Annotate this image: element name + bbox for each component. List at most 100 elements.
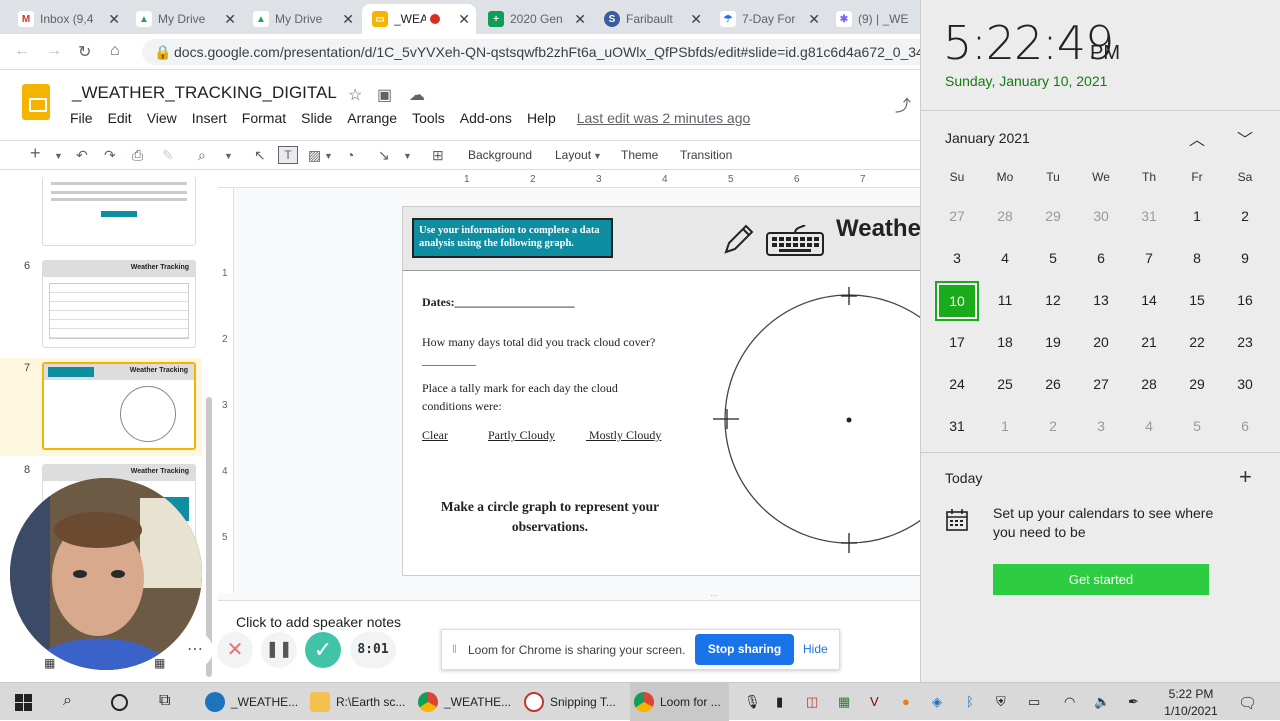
menu-addons[interactable]: Add-ons (460, 110, 512, 130)
activity-trend-icon[interactable]: ⤴ (895, 92, 911, 116)
calendar-day[interactable]: 4 (1125, 410, 1173, 452)
menu-insert[interactable]: Insert (192, 110, 227, 130)
taskbar-app-explorer[interactable]: R:\Earth sc... (310, 683, 405, 721)
calendar-day[interactable]: 19 (1029, 326, 1077, 368)
calendar-day[interactable]: 21 (1125, 326, 1173, 368)
tab-slides-active[interactable]: ▭ _WEA ✕ (362, 4, 476, 34)
calendar-day[interactable]: 30 (1221, 368, 1269, 410)
calendar-day[interactable]: 3 (933, 242, 981, 284)
menu-help[interactable]: Help (527, 110, 556, 130)
chevron-down-icon[interactable]: ▼ (54, 151, 63, 161)
paint-format-icon[interactable]: ✎ (162, 147, 174, 164)
calendar-day[interactable]: 2 (1029, 410, 1077, 452)
menu-arrange[interactable]: Arrange (347, 110, 397, 130)
speaker-notes-placeholder[interactable]: Click to add speaker notes (236, 614, 401, 630)
comment-icon[interactable]: ⊞ (432, 147, 444, 164)
pen-icon[interactable]: ✒ (1128, 694, 1139, 710)
chevron-down-icon[interactable]: ▼ (224, 151, 233, 161)
close-tab-icon[interactable]: ✕ (458, 11, 470, 28)
tab-drive-1[interactable]: ▲ My Drive ✕ (126, 4, 242, 34)
close-tab-icon[interactable]: ✕ (574, 11, 586, 28)
calendar-day[interactable]: 5 (1173, 410, 1221, 452)
tab-loom[interactable]: ✱ (9) | _WE (826, 4, 920, 34)
tray-app-icon[interactable]: ▦ (838, 694, 850, 710)
close-tab-icon[interactable]: ✕ (808, 11, 820, 28)
microphone-icon[interactable]: 🎙 (744, 694, 761, 710)
battery-icon[interactable]: ▭ (1028, 694, 1040, 710)
close-tab-icon[interactable]: ✕ (224, 11, 236, 28)
calendar-day[interactable]: 29 (1029, 200, 1077, 242)
taskbar-app-loom[interactable]: Loom for ... (630, 683, 729, 721)
current-slide[interactable]: Use your information to complete a data … (402, 206, 942, 576)
calendar-day[interactable]: 28 (1125, 368, 1173, 410)
redo-icon[interactable]: ↷ (104, 147, 116, 164)
image-icon[interactable]: ▨ (308, 147, 321, 164)
calendar-day[interactable]: 7 (1125, 242, 1173, 284)
phone-icon[interactable]: ▮ (776, 694, 783, 710)
cancel-recording-icon[interactable]: ✕ (217, 632, 253, 668)
calendar-day[interactable]: 1 (981, 410, 1029, 452)
grid-icon[interactable]: ▦ (154, 656, 165, 670)
grid-icon[interactable]: ▦ (44, 656, 55, 670)
line-icon[interactable]: ↘ (378, 147, 390, 164)
calendar-day[interactable]: 15 (1173, 284, 1221, 326)
full-date-link[interactable]: Sunday, January 10, 2021 (945, 73, 1107, 89)
stop-sharing-button[interactable]: Stop sharing (695, 634, 794, 665)
finish-recording-icon[interactable]: ✓ (305, 632, 341, 668)
calendar-day[interactable]: 27 (1077, 368, 1125, 410)
calendar-day[interactable]: 11 (981, 284, 1029, 326)
drag-handle-icon[interactable]: ‖ (452, 642, 457, 656)
calendar-day[interactable]: 14 (1125, 284, 1173, 326)
address-bar[interactable]: 🔒 docs.google.com/presentation/d/1C_5vYV… (142, 39, 932, 65)
chevron-up-icon[interactable]: ︿ (1189, 126, 1205, 150)
shape-icon[interactable]: ◔ (346, 147, 354, 163)
task-view-icon[interactable]: ⧉ (159, 692, 170, 710)
hide-button[interactable]: Hide (803, 642, 828, 656)
calendar-day[interactable]: 20 (1077, 326, 1125, 368)
taskbar-app-edge[interactable]: _WEATHE... (205, 683, 298, 721)
calendar-day[interactable]: 28 (981, 200, 1029, 242)
resize-handle[interactable]: ··· (710, 592, 732, 600)
pause-icon[interactable]: ❚❚ (261, 632, 297, 668)
menu-slide[interactable]: Slide (301, 110, 332, 130)
tray-app-icon[interactable]: ● (902, 694, 910, 709)
calendar-day[interactable]: 29 (1173, 368, 1221, 410)
shield-icon[interactable]: ◈ (932, 694, 942, 710)
add-event-icon[interactable]: + (1239, 464, 1252, 490)
menu-tools[interactable]: Tools (412, 110, 445, 130)
calendar-day[interactable]: 3 (1077, 410, 1125, 452)
slide-thumbnail-7[interactable]: Weather Tracking (42, 362, 196, 450)
theme-button[interactable]: Theme (621, 148, 658, 162)
calendar-day[interactable]: 25 (981, 368, 1029, 410)
reload-icon[interactable]: ↻ (78, 42, 91, 62)
layout-button[interactable]: Layout (555, 148, 591, 162)
star-icon[interactable]: ☆ (348, 85, 362, 105)
new-slide-icon[interactable]: + (30, 143, 41, 164)
document-title[interactable]: _WEATHER_TRACKING_DIGITAL (72, 83, 337, 103)
last-edit-link[interactable]: Last edit was 2 minutes ago (577, 110, 751, 130)
calendar-day[interactable]: 6 (1221, 410, 1269, 452)
month-label[interactable]: January 2021 (945, 130, 1030, 146)
calendar-day[interactable]: 30 (1077, 200, 1125, 242)
security-icon[interactable]: ⛨ (996, 694, 1006, 710)
transition-button[interactable]: Transition (680, 148, 732, 162)
text-box-icon[interactable]: T (278, 146, 298, 164)
forward-arrow-icon[interactable]: → (46, 42, 62, 60)
calendar-day[interactable]: 6 (1077, 242, 1125, 284)
chevron-down-icon[interactable]: ﹀ (1237, 126, 1253, 150)
home-icon[interactable]: ⌂ (110, 42, 120, 60)
notifications-icon[interactable]: 🗨 (1238, 694, 1257, 712)
calendar-day[interactable]: 24 (933, 368, 981, 410)
chevron-down-icon[interactable]: ▼ (593, 151, 602, 161)
close-tab-icon[interactable]: ✕ (108, 11, 120, 28)
calendar-day[interactable]: 26 (1029, 368, 1077, 410)
print-icon[interactable]: ⎙ (132, 147, 143, 164)
menu-format[interactable]: Format (242, 110, 286, 130)
cloud-saved-icon[interactable]: ☁ (409, 85, 425, 105)
calendar-day[interactable]: 31 (933, 410, 981, 452)
zoom-icon[interactable]: ⌕ (198, 147, 206, 164)
windows-start-icon[interactable] (15, 694, 32, 711)
move-folder-icon[interactable]: ▣ (377, 85, 392, 105)
webcam-bubble[interactable] (10, 478, 202, 670)
tab-sheets[interactable]: + 2020 Gen ✕ (478, 4, 592, 34)
